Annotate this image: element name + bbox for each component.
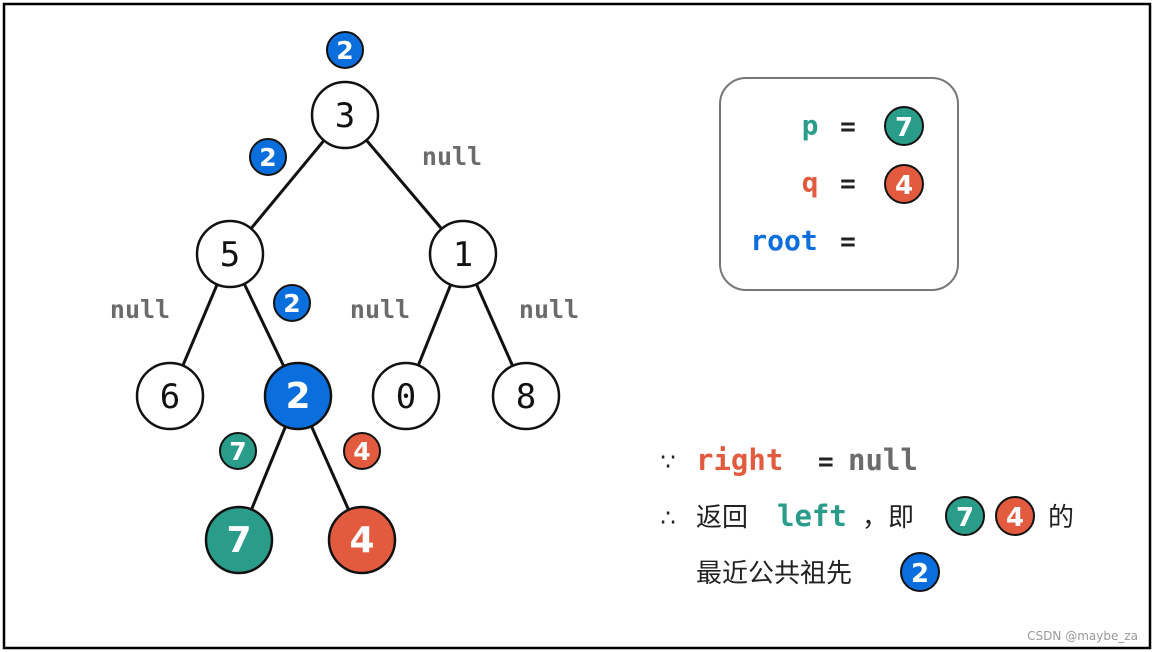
badge-2-label: 2 bbox=[911, 559, 929, 589]
therefore-symbol: ∴ bbox=[660, 504, 675, 532]
left-keyword: left bbox=[777, 499, 847, 533]
tree-node-3: 3 bbox=[310, 80, 380, 150]
return-badge: 2 bbox=[326, 31, 364, 69]
null-label: null bbox=[110, 295, 170, 324]
node-label: 3 bbox=[335, 96, 355, 136]
watermark: CSDN @maybe_za bbox=[1027, 629, 1138, 643]
return-badge-label: 7 bbox=[229, 437, 246, 466]
right-keyword: right bbox=[696, 443, 783, 477]
node-label: 5 bbox=[220, 235, 240, 275]
return-badge-label: 2 bbox=[259, 143, 276, 172]
tree-node-5: 5 bbox=[195, 219, 265, 289]
return-badge-label: 2 bbox=[336, 36, 353, 65]
lca-text: 最近公共祖先 bbox=[696, 559, 852, 589]
root-equals: = bbox=[840, 227, 856, 257]
node-label: 0 bbox=[396, 377, 416, 417]
q-label: q bbox=[802, 166, 819, 199]
return-badge: 2 bbox=[273, 284, 311, 322]
tree-node-0: 0 bbox=[371, 361, 441, 431]
node-label: 1 bbox=[453, 235, 473, 275]
badge-7-label: 7 bbox=[956, 503, 974, 533]
tree-node-4: 4 bbox=[327, 505, 397, 575]
q-equals: = bbox=[840, 169, 856, 199]
q-value-badge: 4 bbox=[884, 164, 924, 204]
tree-node-2: 2 bbox=[263, 361, 333, 431]
badge-2: 2 bbox=[900, 552, 940, 592]
of-text: 的 bbox=[1048, 503, 1074, 533]
p-label: p bbox=[802, 109, 819, 142]
node-label: 2 bbox=[285, 376, 310, 417]
return-badge-label: 4 bbox=[353, 437, 370, 466]
q-value: 4 bbox=[895, 171, 913, 201]
tree-node-1: 1 bbox=[428, 219, 498, 289]
node-label: 4 bbox=[349, 520, 374, 561]
diagram-canvas: 35 16 2 0 87 4 2227 4 nullnull null null p = 7 q… bbox=[2, 2, 1152, 650]
tree-node-6: 6 bbox=[135, 361, 205, 431]
null-label: null bbox=[422, 142, 482, 171]
null-keyword: null bbox=[848, 443, 918, 477]
return-badge: 2 bbox=[249, 138, 287, 176]
return-badge-label: 2 bbox=[283, 289, 300, 318]
tree-node-8: 8 bbox=[491, 361, 561, 431]
ie-text: ，即 bbox=[862, 503, 914, 533]
return-text: 返回 bbox=[696, 503, 748, 533]
node-label: 6 bbox=[160, 377, 180, 417]
root-label: root bbox=[750, 224, 817, 257]
null-label: null bbox=[350, 295, 410, 324]
return-badge: 4 bbox=[343, 432, 381, 470]
badge-4: 4 bbox=[995, 496, 1035, 536]
badge-4-label: 4 bbox=[1006, 503, 1024, 533]
node-label: 8 bbox=[516, 377, 536, 417]
null-label: null bbox=[519, 295, 579, 324]
return-badge: 7 bbox=[219, 432, 257, 470]
node-label: 7 bbox=[226, 520, 251, 561]
frame-border bbox=[2, 2, 1152, 650]
because-symbol: ∵ bbox=[660, 448, 675, 476]
badge-7: 7 bbox=[945, 496, 985, 536]
p-value-badge: 7 bbox=[884, 106, 924, 146]
equals: = bbox=[818, 447, 834, 477]
info-box: p = 7 q = 4 root = bbox=[719, 77, 959, 291]
p-value: 7 bbox=[895, 113, 913, 143]
p-equals: = bbox=[840, 112, 856, 142]
tree-node-7: 7 bbox=[204, 505, 274, 575]
